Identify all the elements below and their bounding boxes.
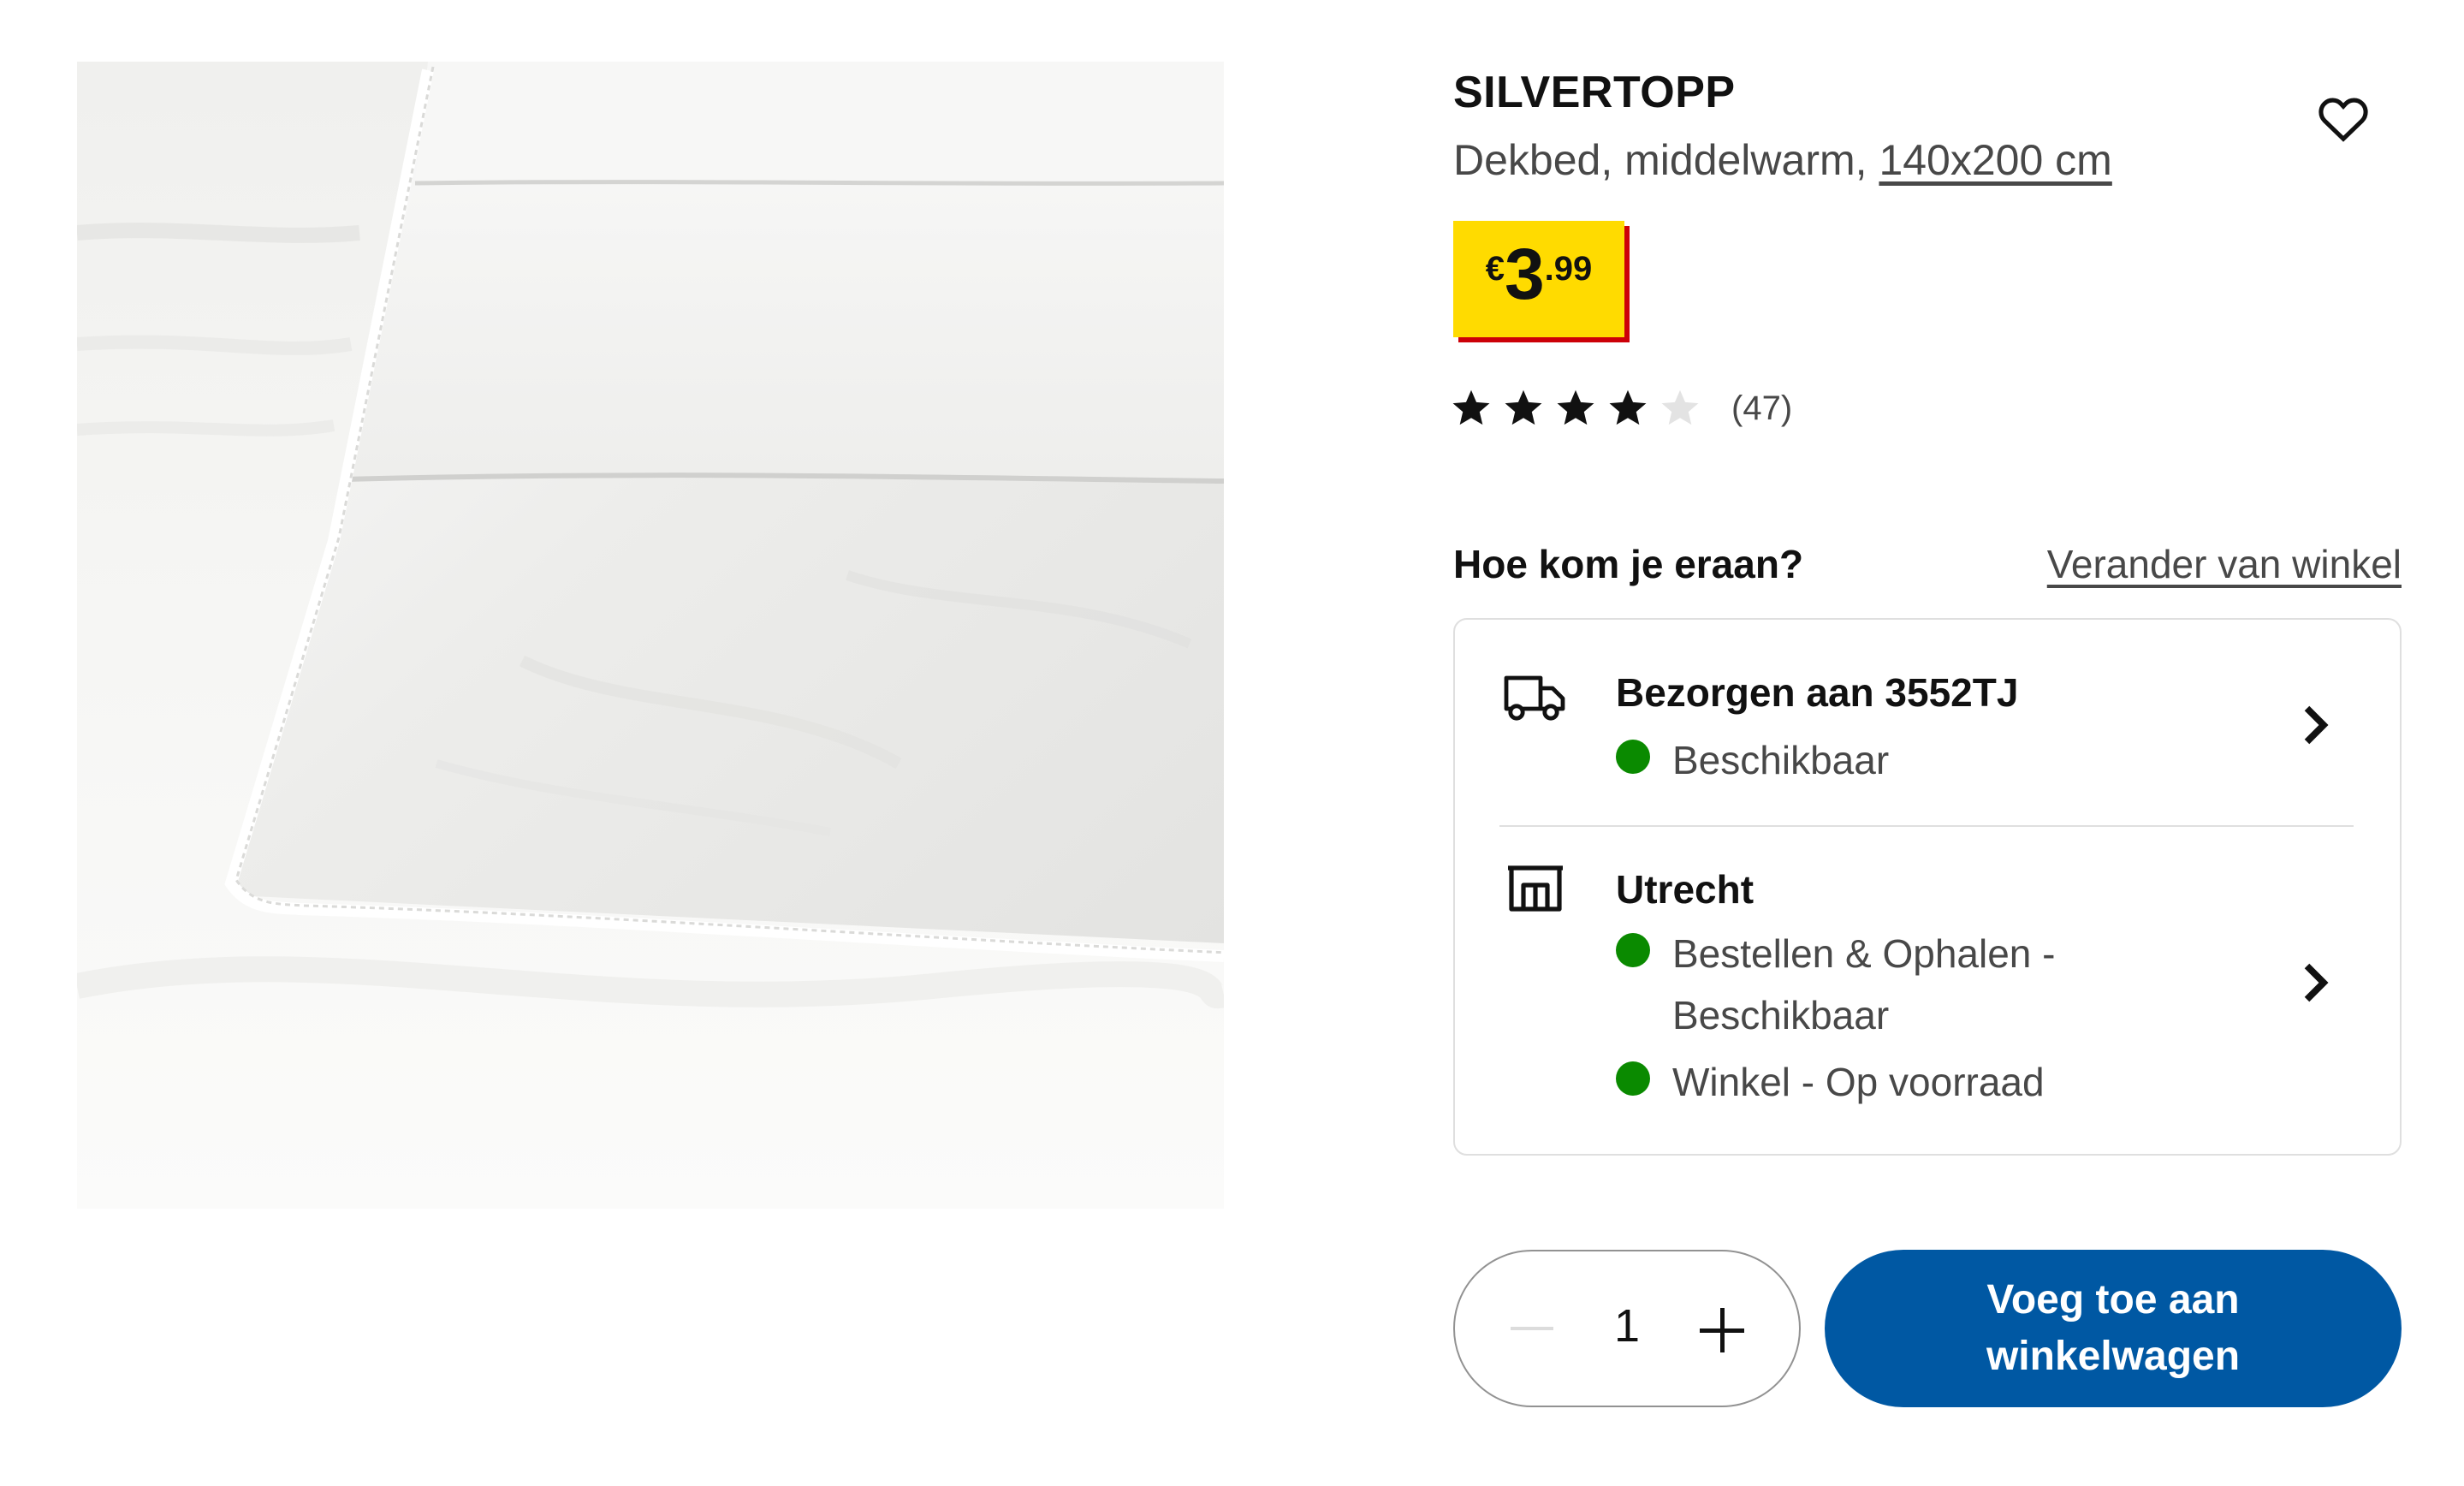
- chevron-right-icon: [2304, 705, 2329, 745]
- delivery-option-store[interactable]: Utrecht Bestellen & Ophalen - Beschikbaa…: [1455, 827, 2400, 1156]
- rating[interactable]: (47): [1450, 387, 1792, 430]
- product-title: SILVERTOPP: [1453, 68, 1736, 117]
- heart-icon: [2319, 98, 2368, 142]
- add-to-cart-button[interactable]: Voeg toe aan winkelwagen: [1825, 1250, 2402, 1407]
- product-image: [77, 62, 1224, 1209]
- star-icon: [1505, 389, 1542, 425]
- delivery-option-home[interactable]: Bezorgen aan 3552TJ Beschikbaar: [1455, 620, 2400, 825]
- star-icon: [1557, 389, 1594, 425]
- product-subtitle: Dekbed, middelwarm, 140x200 cm: [1453, 135, 2112, 185]
- quantity-stepper: 1: [1453, 1250, 1801, 1407]
- increase-quantity-button[interactable]: [1695, 1303, 1749, 1358]
- change-store-link[interactable]: Verander van winkel: [2047, 541, 2402, 587]
- star-icon: [1609, 389, 1647, 425]
- available-dot: [1616, 740, 1650, 774]
- available-dot: [1616, 933, 1650, 967]
- star-icon: [1452, 389, 1490, 425]
- duvet-photo: [77, 62, 1224, 1209]
- store-name: Utrecht: [1616, 867, 1754, 912]
- status-text: Bestellen & Ophalen - Beschikbaar: [1672, 931, 2056, 1037]
- truck-icon: [1504, 675, 1565, 721]
- price-integer: 3: [1504, 234, 1545, 314]
- price-decimal: .99: [1544, 250, 1593, 288]
- product-description: Dekbed, middelwarm,: [1453, 136, 1867, 184]
- delivery-option-title: Bezorgen aan 3552TJ: [1616, 670, 2019, 715]
- status-text: Beschikbaar: [1672, 738, 1890, 782]
- star-empty-icon: [1661, 389, 1699, 425]
- delivery-heading: Hoe kom je eraan?: [1453, 542, 1804, 586]
- availability-status: Winkel - Op voorraad: [1616, 1051, 2045, 1113]
- status-text: Winkel - Op voorraad: [1672, 1060, 2045, 1104]
- delivery-options: Bezorgen aan 3552TJ Beschikbaar Utrecht …: [1453, 618, 2402, 1156]
- review-count: (47): [1731, 389, 1793, 427]
- favorite-button[interactable]: [2311, 86, 2376, 151]
- price-tag: € 3 .99: [1453, 221, 1624, 337]
- store-icon: [1508, 865, 1563, 912]
- available-dot: [1616, 1061, 1650, 1096]
- size-link[interactable]: 140x200 cm: [1879, 136, 2111, 184]
- availability-status: Beschikbaar: [1616, 729, 1889, 791]
- chevron-right-icon: [2304, 963, 2329, 1002]
- availability-status: Bestellen & Ophalen - Beschikbaar: [1616, 923, 2095, 1046]
- price-currency: €: [1485, 250, 1505, 288]
